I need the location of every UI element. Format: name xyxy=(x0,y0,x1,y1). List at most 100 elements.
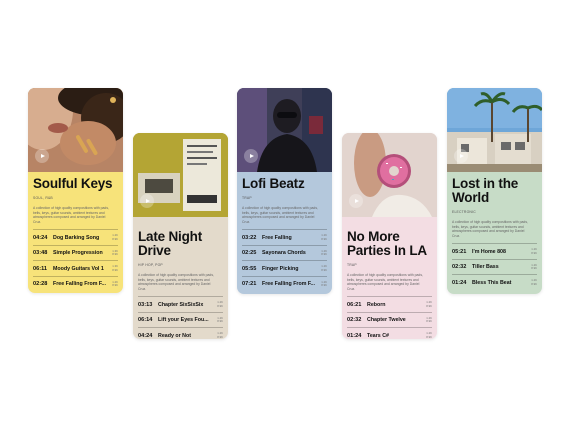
track-row[interactable]: 02:32 Chapter Twelve 1.2K 8.9K xyxy=(347,311,432,328)
track-row[interactable]: 04:24 Dog Barking Song 1.2K 8.9K xyxy=(33,229,118,245)
track-list: 05:21 I'm Home 808 1.2K 8.9K 02:32 Tiller… xyxy=(452,243,537,290)
track-meta: 1.2K 8.9K xyxy=(531,262,537,271)
playlist-description: A collection of high quality composition… xyxy=(242,206,318,224)
playlist-card-soulful-keys[interactable]: Soulful Keys SOUL, R&B A collection of h… xyxy=(28,88,123,293)
track-meta: 1.3K 8.9K xyxy=(112,264,118,272)
track-meta: 1.2K 8.9K xyxy=(321,264,327,272)
playlist-description: A collection of high quality composition… xyxy=(33,206,109,224)
track-name: Lift your Eyes Fou... xyxy=(158,317,209,324)
playlist-card-no-more-parties-in-la[interactable]: No More Parties In LA TRAP A collection … xyxy=(342,133,437,339)
track-list: 04:24 Dog Barking Song 1.2K 8.9K 03:48 Si… xyxy=(33,229,118,291)
track-row[interactable]: 03:48 Simple Progression 1.3K 8.9K xyxy=(33,244,118,261)
track-row[interactable]: 06:11 Moody Guitars Vol 1 1.3K 8.9K xyxy=(33,260,118,276)
track-row[interactable]: 02:25 Sayonara Chords 1.2K 8.9K xyxy=(242,244,327,261)
playlist-genre: TRAP xyxy=(242,196,252,200)
track-duration: 02:28 xyxy=(33,281,48,288)
track-name: Free Falling From F... xyxy=(262,281,315,288)
playlist-title: No More Parties In LA xyxy=(347,229,427,258)
track-name: Chapter SixSixSix xyxy=(158,301,204,308)
track-duration: 06:11 xyxy=(33,265,47,272)
playlist-title: Lofi Beatz xyxy=(242,176,305,191)
track-meta: 1.3K 8.9K xyxy=(112,248,118,257)
track-row[interactable]: 01:24 Bless This Beat 1.2K 8.9K xyxy=(452,274,537,290)
track-name: Tears C# xyxy=(367,332,389,339)
track-name: Finger Picking xyxy=(262,265,299,272)
album-cover-image xyxy=(342,133,437,217)
track-duration: 06:14 xyxy=(138,317,153,324)
track-name: Dog Barking Song xyxy=(53,234,100,241)
track-row[interactable]: 01:24 Tears C# 1.2K 8.9K xyxy=(347,327,432,339)
track-meta: 1.2K 8.9K xyxy=(217,331,223,339)
track-meta: 1.2K 8.9K xyxy=(112,279,118,288)
track-meta: 1.2K 8.9K xyxy=(426,315,432,324)
album-cover-image xyxy=(133,133,228,217)
track-meta: 1.2K 8.9K xyxy=(531,278,537,286)
track-meta: 1.2K 8.9K xyxy=(217,315,223,324)
track-row[interactable]: 03:22 Free Falling 1.2K 8.9K xyxy=(242,229,327,245)
playlist-card-lost-in-the-world[interactable]: Lost in the World ELECTRONIC A collectio… xyxy=(447,88,542,294)
track-meta: 1.2K 8.9K xyxy=(321,279,327,288)
track-duration: 06:21 xyxy=(347,301,362,308)
track-row[interactable]: 05:55 Finger Picking 1.2K 8.9K xyxy=(242,260,327,276)
playlist-genre: ELECTRONIC xyxy=(452,210,476,214)
play-button[interactable] xyxy=(140,194,154,208)
track-duration: 04:24 xyxy=(138,332,153,339)
track-row[interactable]: 06:14 Lift your Eyes Fou... 1.2K 8.9K xyxy=(138,311,223,328)
track-list: 06:21 Reborn 1.2K 8.9K 02:32 Chapter Twel… xyxy=(347,296,432,339)
playlist-description: A collection of high quality composition… xyxy=(347,273,423,291)
track-name: Reborn xyxy=(367,301,386,308)
playlist-title: Soulful Keys xyxy=(33,176,113,191)
track-duration: 07:21 xyxy=(242,281,257,288)
track-duration: 03:48 xyxy=(33,250,48,257)
album-cover-image xyxy=(447,88,542,172)
track-duration: 03:22 xyxy=(242,234,257,241)
playlist-genre: HIP HOP, POP xyxy=(138,263,163,267)
track-name: I'm Home 808 xyxy=(472,248,506,255)
track-name: Ready or Not xyxy=(158,332,191,339)
track-row[interactable]: 05:21 I'm Home 808 1.2K 8.9K xyxy=(452,243,537,259)
track-row[interactable]: 06:21 Reborn 1.2K 8.9K xyxy=(347,296,432,312)
track-meta: 1.2K 8.9K xyxy=(321,233,327,241)
track-meta: 1.2K 8.9K xyxy=(321,248,327,257)
playlist-card-lofi-beatz[interactable]: Lofi Beatz TRAP A collection of high qua… xyxy=(237,88,332,294)
track-name: Free Falling From F... xyxy=(53,281,106,288)
track-name: Bless This Beat xyxy=(472,279,512,286)
track-duration: 03:13 xyxy=(138,301,153,308)
track-name: Chapter Twelve xyxy=(367,317,406,324)
track-duration: 05:21 xyxy=(452,248,467,255)
track-name: Sayonara Chords xyxy=(262,250,306,257)
track-row[interactable]: 03:13 Chapter SixSixSix 1.2K 8.9K xyxy=(138,296,223,312)
track-row[interactable]: 04:24 Ready or Not 1.2K 8.9K xyxy=(138,327,223,339)
playlist-description: A collection of high quality composition… xyxy=(138,273,214,291)
track-duration: 02:25 xyxy=(242,250,257,257)
track-duration: 04:24 xyxy=(33,234,48,241)
playlist-genre: TRAP xyxy=(347,263,357,267)
album-cover-image xyxy=(28,88,123,172)
playlist-card-late-night-drive[interactable]: Late Night Drive HIP HOP, POP A collecti… xyxy=(133,133,228,339)
play-button[interactable] xyxy=(349,194,363,208)
track-meta: 1.2K 8.9K xyxy=(426,300,432,308)
play-button[interactable] xyxy=(244,149,258,163)
track-name: Moody Guitars Vol 1 xyxy=(53,265,104,272)
album-cover-image xyxy=(237,88,332,172)
track-row[interactable]: 02:32 Tiller Bass 1.2K 8.9K xyxy=(452,258,537,275)
track-duration: 01:24 xyxy=(452,279,467,286)
track-name: Simple Progression xyxy=(53,250,103,257)
track-meta: 1.2K 8.9K xyxy=(112,233,118,241)
play-button[interactable] xyxy=(35,149,49,163)
track-meta: 1.2K 8.9K xyxy=(426,331,432,339)
track-duration: 05:55 xyxy=(242,265,257,272)
track-row[interactable]: 07:21 Free Falling From F... 1.2K 8.9K xyxy=(242,275,327,292)
track-row[interactable]: 02:28 Free Falling From F... 1.2K 8.9K xyxy=(33,275,118,292)
playlist-genre: SOUL, R&B xyxy=(33,196,53,200)
track-meta: 1.2K 8.9K xyxy=(531,247,537,255)
track-name: Tiller Bass xyxy=(472,264,499,271)
track-duration: 02:32 xyxy=(452,264,467,271)
track-meta: 1.2K 8.9K xyxy=(217,300,223,308)
track-duration: 02:32 xyxy=(347,317,362,324)
playlist-description: A collection of high quality composition… xyxy=(452,220,528,238)
track-duration: 01:24 xyxy=(347,332,362,339)
track-list: 03:22 Free Falling 1.2K 8.9K 02:25 Sayona… xyxy=(242,229,327,291)
play-button[interactable] xyxy=(454,149,468,163)
track-list: 03:13 Chapter SixSixSix 1.2K 8.9K 06:14 L… xyxy=(138,296,223,339)
